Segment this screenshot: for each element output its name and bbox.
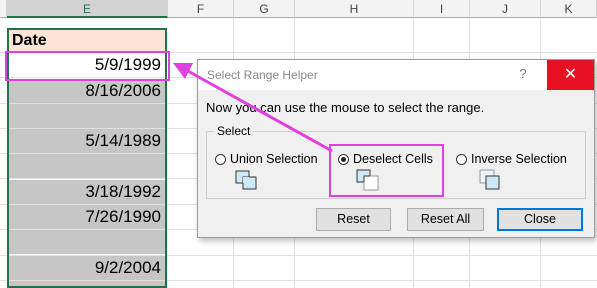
pointer-arrow: [173, 63, 333, 153]
